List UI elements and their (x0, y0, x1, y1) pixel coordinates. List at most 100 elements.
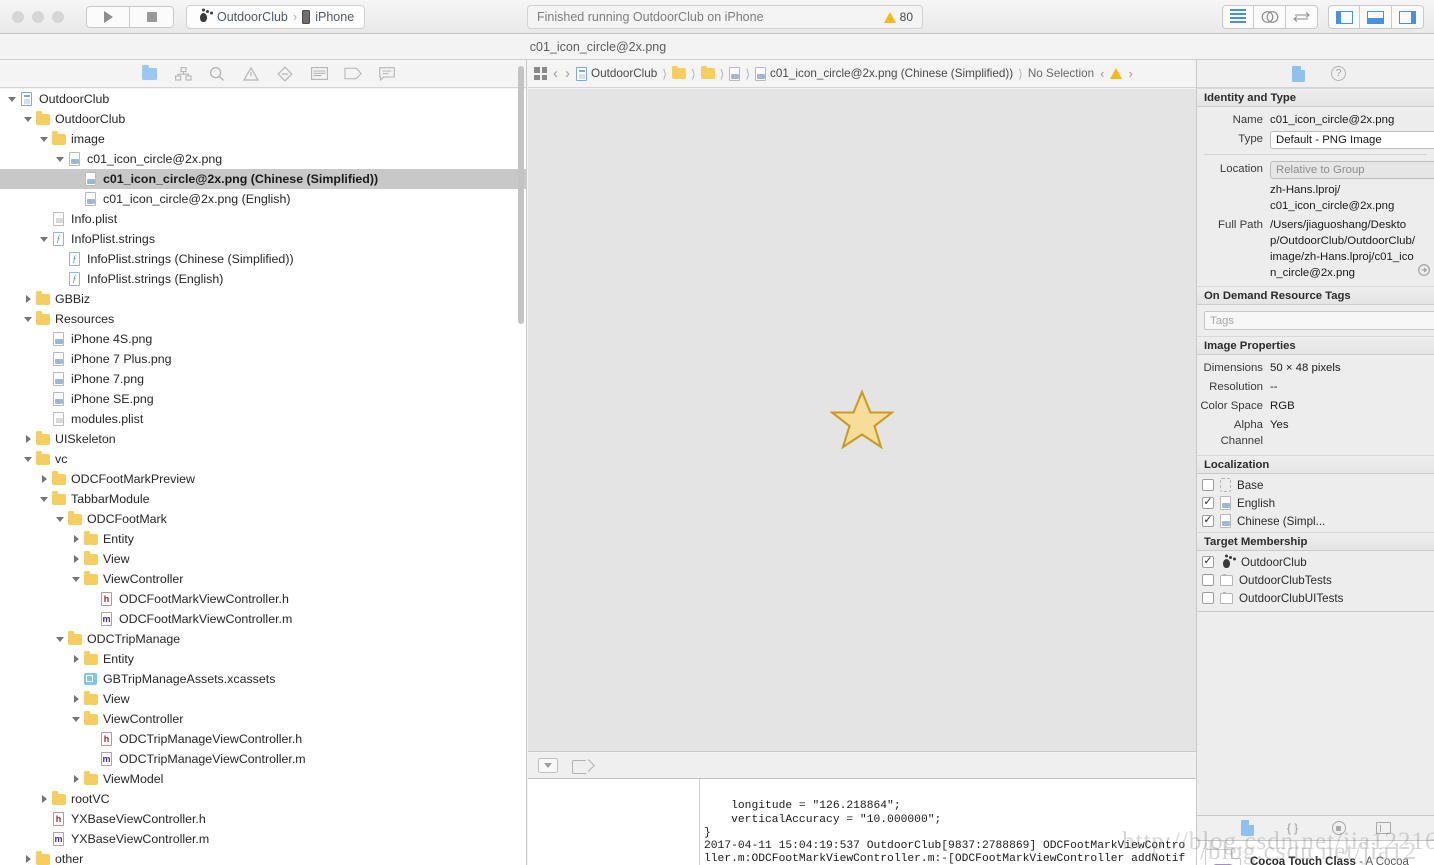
disclosure-open-icon[interactable] (40, 496, 48, 502)
disclosure-open-icon[interactable] (56, 516, 64, 522)
disclosure-triangle[interactable] (70, 769, 82, 789)
scheme-selector[interactable]: OutdoorClub › iPhone (186, 4, 366, 29)
disclosure-closed-icon[interactable] (73, 775, 79, 783)
tree-row[interactable]: rootVC (0, 789, 526, 809)
tree-row[interactable]: h ODCTripManageViewController.h (0, 729, 526, 749)
tree-row[interactable]: m ODCFootMarkViewController.m (0, 609, 526, 629)
disclosure-closed-icon[interactable] (73, 535, 79, 543)
file-template-library-icon[interactable] (1240, 820, 1254, 836)
tree-row[interactable]: c01_icon_circle@2x.png (English) (0, 189, 526, 209)
filter-dropdown-button[interactable] (538, 758, 558, 773)
tree-row[interactable]: ƒ InfoPlist.strings (English) (0, 269, 526, 289)
disclosure-open-icon[interactable] (72, 576, 80, 582)
version-editor-button[interactable] (1286, 5, 1318, 29)
warning-badge[interactable]: 80 (883, 10, 913, 24)
disclosure-triangle[interactable] (38, 469, 50, 489)
checkbox-outdoorclubtests[interactable] (1202, 574, 1214, 586)
tree-row[interactable]: vc (0, 449, 526, 469)
tree-row[interactable]: View (0, 689, 526, 709)
tree-row[interactable]: ODCTripManage (0, 629, 526, 649)
reveal-in-finder-icon[interactable] (1418, 264, 1430, 281)
disclosure-triangle[interactable] (70, 709, 82, 729)
jumpbar-item-file[interactable]: c01_icon_circle@2x.png (Chinese (Simplif… (755, 66, 1013, 81)
checkbox-outdoorclub[interactable] (1202, 556, 1214, 568)
run-button[interactable] (86, 5, 130, 28)
tree-row[interactable]: other (0, 849, 526, 865)
tree-row[interactable]: View (0, 549, 526, 569)
localization-row-chinese[interactable]: Chinese (Simpl... (1197, 512, 1434, 530)
tree-row[interactable]: Entity (0, 649, 526, 669)
next-issue-icon[interactable]: › (1127, 66, 1133, 81)
go-back-icon[interactable]: ‹ (552, 65, 559, 82)
stop-button[interactable] (130, 5, 174, 28)
folder-icon[interactable] (700, 65, 715, 79)
disclosure-open-icon[interactable] (24, 456, 32, 462)
disclosure-triangle[interactable] (22, 429, 34, 449)
location-select[interactable]: Relative to Group (1270, 161, 1434, 179)
tree-row[interactable]: iPhone 7 Plus.png (0, 349, 526, 369)
disclosure-closed-icon[interactable] (73, 695, 79, 703)
debug-navigator-icon[interactable] (310, 66, 328, 82)
warning-triangle-icon[interactable] (1110, 68, 1123, 79)
tree-row[interactable]: c01_icon_circle@2x.png (Chinese (Simplif… (0, 169, 526, 189)
tree-row[interactable]: ƒ InfoPlist.strings (Chinese (Simplified)… (0, 249, 526, 269)
tree-row[interactable]: c01_icon_circle@2x.png (0, 149, 526, 169)
navigator-toggle-button[interactable] (1328, 5, 1360, 29)
disclosure-triangle[interactable] (70, 569, 82, 589)
tree-row[interactable]: TabbarModule (0, 489, 526, 509)
disclosure-open-icon[interactable] (40, 236, 48, 242)
disclosure-open-icon[interactable] (56, 156, 64, 162)
project-file-tree[interactable]: OutdoorClub OutdoorClub image c01_icon_circ… (0, 89, 526, 865)
library-item[interactable]: C Cocoa Touch Class - A Cocoa Touch clas… (1197, 841, 1434, 865)
disclosure-triangle[interactable] (22, 289, 34, 309)
disclosure-triangle[interactable] (70, 689, 82, 709)
navigator-scrollbar[interactable] (518, 66, 524, 324)
jumpbar-item-project[interactable]: OutdoorClub (576, 66, 657, 81)
project-navigator-icon[interactable] (140, 65, 158, 82)
console-output[interactable]: longitude = "126.218864"; verticalAccura… (700, 779, 1196, 865)
disclosure-open-icon[interactable] (8, 96, 16, 102)
tree-row[interactable]: Resources (0, 309, 526, 329)
tree-row[interactable]: ViewController (0, 569, 526, 589)
tree-row[interactable]: Entity (0, 529, 526, 549)
tree-row[interactable]: ƒ InfoPlist.strings (0, 229, 526, 249)
disclosure-triangle[interactable] (38, 229, 50, 249)
tree-row[interactable]: UISkeleton (0, 429, 526, 449)
type-select[interactable]: Default - PNG Image (1270, 131, 1434, 149)
debug-area-toggle-button[interactable] (1360, 5, 1392, 29)
file-inspector-icon[interactable] (1292, 65, 1305, 82)
library-list[interactable]: C Cocoa Touch Class - A Cocoa Touch clas… (1197, 841, 1434, 865)
disclosure-closed-icon[interactable] (25, 855, 31, 863)
localization-row-base[interactable]: Base (1197, 476, 1434, 494)
related-items-grid-icon[interactable] (534, 67, 547, 80)
code-snippet-library-icon[interactable]: { } (1284, 819, 1302, 837)
checkbox-chinese[interactable] (1202, 515, 1214, 527)
disclosure-triangle[interactable] (70, 549, 82, 569)
disclosure-triangle[interactable] (54, 509, 66, 529)
disclosure-triangle[interactable] (38, 789, 50, 809)
disclosure-closed-icon[interactable] (73, 555, 79, 563)
tag-icon[interactable] (572, 759, 592, 774)
disclosure-triangle[interactable] (38, 489, 50, 509)
localization-row-english[interactable]: English (1197, 494, 1434, 512)
disclosure-triangle[interactable] (70, 649, 82, 669)
disclosure-triangle[interactable] (22, 849, 34, 865)
media-library-icon[interactable] (1375, 822, 1391, 834)
tree-row[interactable]: ViewModel (0, 769, 526, 789)
disclosure-open-icon[interactable] (56, 636, 64, 642)
find-navigator-icon[interactable] (208, 66, 226, 82)
tree-row[interactable]: iPhone 7.png (0, 369, 526, 389)
object-library-icon[interactable] (1331, 821, 1346, 835)
target-row-outdoorclubtests[interactable]: OutdoorClubTests (1197, 571, 1434, 589)
disclosure-triangle[interactable] (54, 629, 66, 649)
tree-row[interactable]: image (0, 129, 526, 149)
utilities-toggle-button[interactable] (1392, 5, 1424, 29)
disclosure-triangle[interactable] (38, 129, 50, 149)
image-file-icon[interactable] (729, 66, 741, 81)
disclosure-closed-icon[interactable] (41, 795, 47, 803)
go-forward-icon[interactable]: › (564, 65, 571, 82)
variables-view[interactable] (528, 779, 700, 865)
active-tab-title[interactable]: c01_icon_circle@2x.png (0, 40, 1196, 54)
disclosure-closed-icon[interactable] (41, 475, 47, 483)
standard-editor-button[interactable] (1222, 5, 1254, 29)
